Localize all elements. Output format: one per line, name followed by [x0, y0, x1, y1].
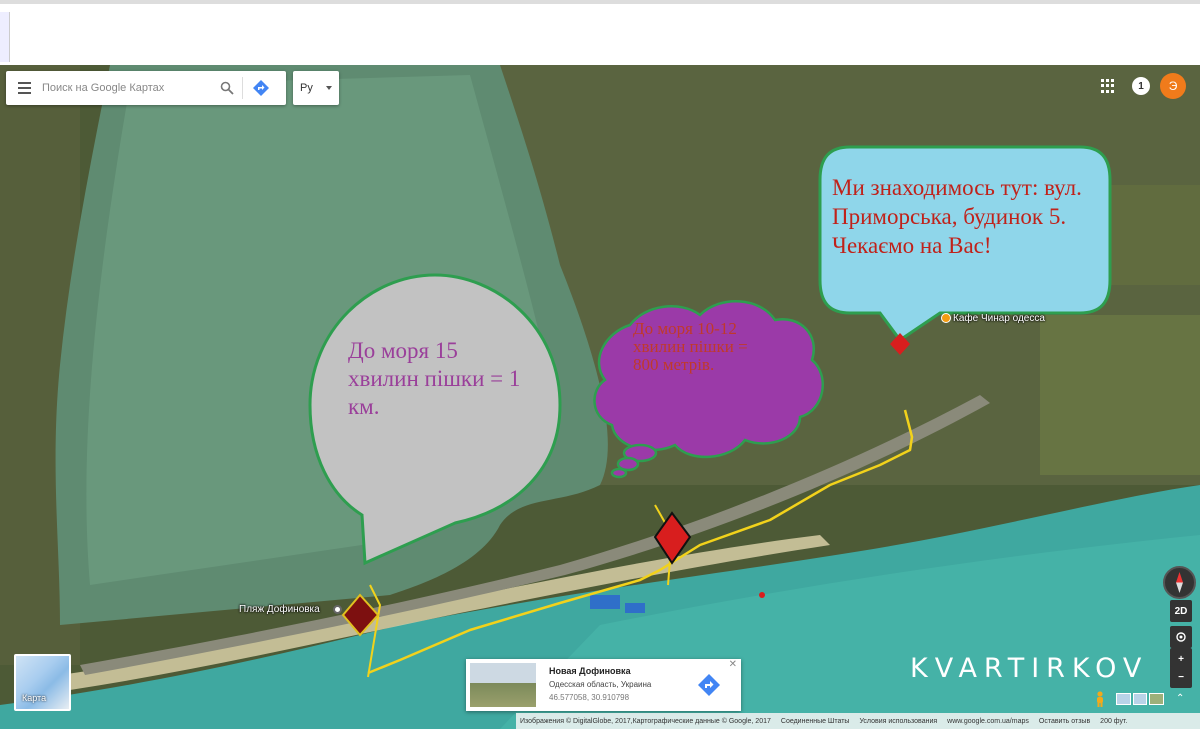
beach-pin-icon[interactable]: [333, 605, 342, 614]
my-location-icon[interactable]: [1170, 626, 1192, 648]
place-region: Одесская область, Украина: [549, 680, 652, 689]
place-card[interactable]: Новая Дофиновка Одесская область, Украин…: [466, 659, 741, 711]
language-value: Ру: [300, 82, 313, 94]
notifications-badge[interactable]: 1: [1132, 77, 1150, 95]
country-link[interactable]: Соединенные Штаты: [781, 718, 850, 725]
scale-label: 200 фут.: [1100, 717, 1128, 725]
zoom-out-button[interactable]: −: [1170, 666, 1192, 688]
watermark: KVARTIRKOV: [910, 653, 1149, 684]
apps-grid-icon[interactable]: [1101, 79, 1115, 93]
map-footer: Изображения © DigitalGlobe, 2017,Картогр…: [516, 713, 1200, 729]
attribution: Изображения © DigitalGlobe, 2017,Картогр…: [520, 717, 771, 725]
callout-sea-10-text: До моря 10-12 хвилин пішки = 800 метрів.: [633, 319, 748, 374]
feedback-link[interactable]: Оставить отзыв: [1039, 718, 1090, 725]
place-coords: 46.577058, 30.910798: [549, 693, 630, 702]
map-imagery: [0, 65, 1200, 729]
place-label-cafe[interactable]: Кафе Чинар одесса: [953, 313, 1045, 324]
search-icon[interactable]: [212, 71, 242, 105]
top-white-strip: [0, 0, 1200, 65]
callout-location-text: Ми знаходимось тут: вул. Приморська, буд…: [832, 175, 1082, 258]
directions-icon[interactable]: [243, 71, 279, 105]
avatar[interactable]: Э: [1160, 73, 1186, 99]
expand-icon[interactable]: ⌃: [1176, 693, 1184, 704]
menu-icon[interactable]: [6, 71, 42, 105]
terms-link[interactable]: Условия использования: [859, 718, 937, 725]
view-2d-button[interactable]: 2D: [1170, 600, 1192, 622]
place-title: Новая Дофиновка: [549, 666, 631, 676]
window-edge: [0, 12, 10, 62]
map-type-label: Карта: [22, 693, 47, 703]
directions-icon[interactable]: [698, 674, 720, 696]
url-link[interactable]: www.google.com.ua/maps: [947, 718, 1029, 725]
place-photo[interactable]: [470, 663, 536, 707]
map-type-switch[interactable]: Карта: [14, 654, 71, 711]
imagery-thumbnails[interactable]: [1116, 693, 1165, 705]
search-box[interactable]: [6, 71, 286, 105]
cafe-icon[interactable]: [941, 313, 951, 323]
callout-sea-15-text: До моря 15 хвилин пішки = 1 км.: [348, 338, 521, 419]
place-label-beach[interactable]: Пляж Дофиновка: [239, 604, 320, 615]
satellite-map[interactable]: [0, 65, 1200, 729]
language-select[interactable]: Ру: [293, 71, 339, 105]
search-input[interactable]: [42, 73, 212, 103]
compass-icon[interactable]: [1163, 566, 1196, 599]
close-icon[interactable]: ✕: [729, 659, 737, 670]
chevron-down-icon: [326, 86, 332, 90]
pegman-icon[interactable]: [1094, 691, 1106, 707]
